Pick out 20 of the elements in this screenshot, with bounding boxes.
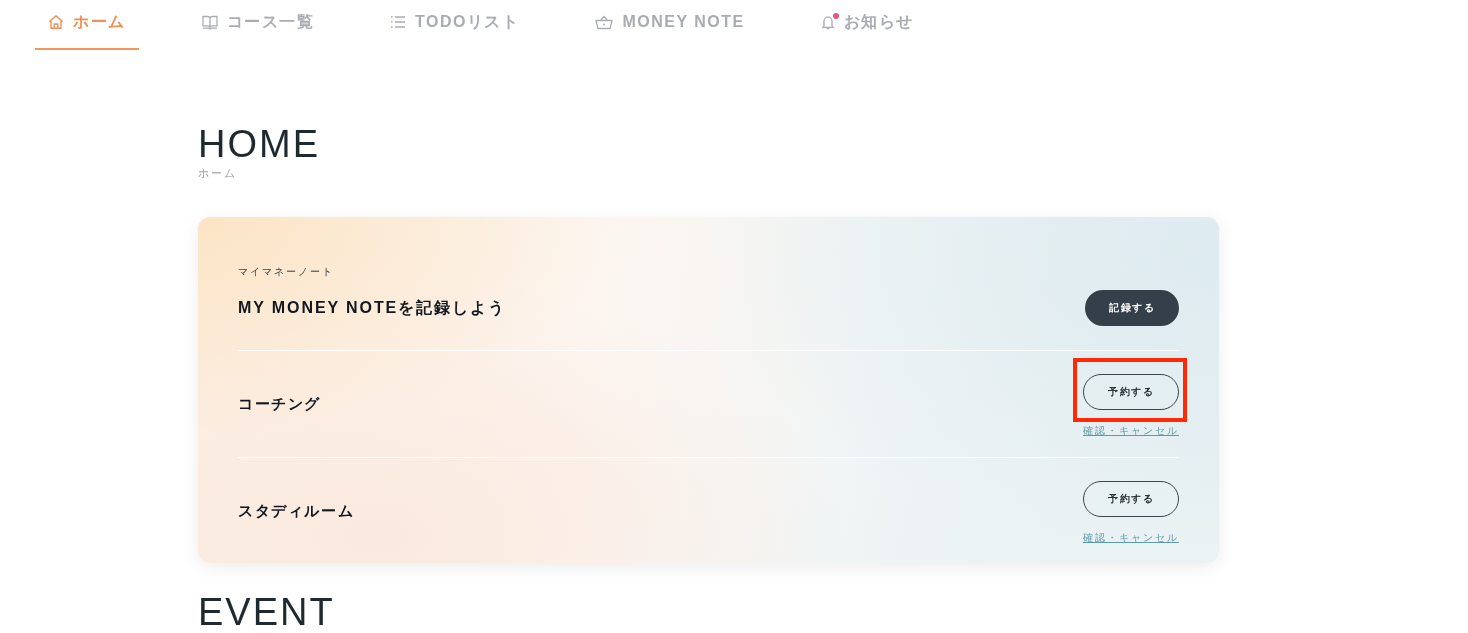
section-title: EVENT xyxy=(198,593,336,631)
page-title: HOME xyxy=(198,122,321,166)
confirm-cancel-link[interactable]: 確認・キャンセル xyxy=(1083,530,1179,545)
nav-tab[interactable]: ホーム xyxy=(35,0,139,50)
nav-tab[interactable]: TODOリスト xyxy=(377,0,533,50)
list-icon xyxy=(390,14,406,30)
card-title: コーチング xyxy=(238,394,321,414)
bell-icon xyxy=(820,14,835,30)
basket-icon xyxy=(595,14,614,30)
book-icon xyxy=(201,14,218,30)
card-title: MY MONEY NOTEを記録しよう xyxy=(238,298,506,318)
nav-tab[interactable]: コース一覧 xyxy=(188,0,327,50)
nav-tab[interactable]: MONEY NOTE xyxy=(582,0,758,50)
record-button[interactable]: 記録する xyxy=(1085,290,1179,326)
card-title: スタディルーム xyxy=(238,501,355,521)
nav-tab[interactable]: お知らせ xyxy=(807,0,927,50)
home-icon xyxy=(48,14,64,30)
card-label: マイマネーノート xyxy=(238,265,334,279)
page-subtitle: ホーム xyxy=(198,166,238,180)
confirm-cancel-link[interactable]: 確認・キャンセル xyxy=(1083,423,1179,438)
